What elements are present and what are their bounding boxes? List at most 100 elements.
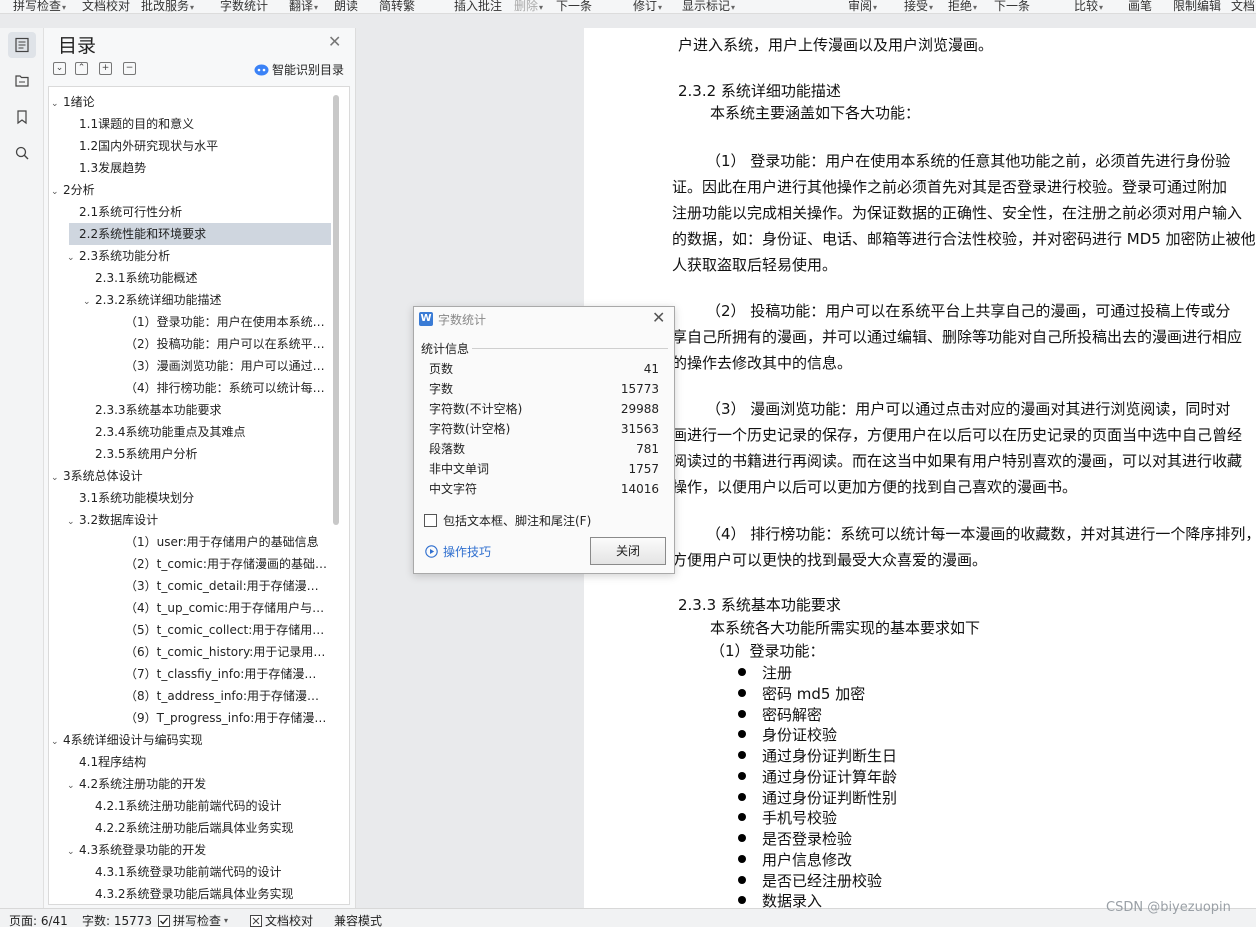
spell-check-toggle[interactable]: 拼写检查 ▾ xyxy=(158,912,228,927)
toc-item[interactable]: （4）排行榜功能：系统可以统计每一本漫画的收藏数 xyxy=(49,377,331,399)
toc-item[interactable]: 1.3发展趋势 xyxy=(49,157,331,179)
toc-item[interactable]: 4.2.1系统注册功能前端代码的设计 xyxy=(49,795,331,817)
toolbar-item-1[interactable]: 文档校对 xyxy=(82,0,130,13)
chevron-down-icon[interactable]: ⌄ xyxy=(67,247,79,267)
toc-item[interactable]: 1.2国内外研究现状与水平 xyxy=(49,135,331,157)
remove-heading-button[interactable]: − xyxy=(123,62,136,75)
toolbar-item-label: 显示标记 xyxy=(682,0,731,13)
collapse-all-button[interactable]: ⌄ xyxy=(53,62,66,75)
toolbar-item-3[interactable]: 字数统计 xyxy=(220,0,268,13)
toc-item[interactable]: （1）user:用于存储用户的基础信息 xyxy=(49,531,331,553)
toc-item[interactable]: ⌄ 4.3系统登录功能的开发 xyxy=(49,839,331,861)
toolbar-item-8[interactable]: 删除▾ xyxy=(514,0,543,13)
close-icon[interactable]: ✕ xyxy=(652,308,665,327)
page-indicator[interactable]: 页面: 6/41 xyxy=(9,912,68,927)
toolbar-item-12[interactable]: 审阅▾ xyxy=(848,0,877,13)
toc-item[interactable]: （2）投稿功能：用户可以在系统平台上共享自己的漫画 xyxy=(49,333,331,355)
toc-item[interactable]: 2.3.5系统用户分析 xyxy=(49,443,331,465)
checkbox-box[interactable] xyxy=(424,514,437,527)
expand-all-button[interactable]: ⌃ xyxy=(75,62,88,75)
include-textbox-checkbox[interactable]: 包括文本框、脚注和尾注(F) xyxy=(424,512,591,529)
toc-item[interactable]: （5）t_comic_collect:用于存储用户的收藏 xyxy=(49,619,331,641)
bullet-item: 密码解密 xyxy=(762,706,823,724)
add-heading-button[interactable]: + xyxy=(99,62,112,75)
word-count-indicator[interactable]: 字数: 15773 xyxy=(82,912,152,927)
toolbar-item-2[interactable]: 批改服务▾ xyxy=(141,0,194,13)
toolbar-item-19[interactable]: 文档 xyxy=(1231,0,1255,13)
toolbar-item-18[interactable]: 限制编辑 xyxy=(1173,0,1221,13)
chevron-down-icon[interactable]: ⌄ xyxy=(51,731,63,751)
toc-item[interactable]: （3）漫画浏览功能：用户可以通过点击对应的漫画 xyxy=(49,355,331,377)
toolbar-item-16[interactable]: 比较▾ xyxy=(1074,0,1103,13)
chevron-down-icon[interactable]: ⌄ xyxy=(51,467,63,487)
chevron-down-icon[interactable]: ⌄ xyxy=(67,841,79,861)
toc-item[interactable]: （4）t_up_comic:用于存储用户与漫画的关系 xyxy=(49,597,331,619)
page-indicator-text: 页面: 6/41 xyxy=(9,914,68,927)
chevron-down-icon[interactable]: ⌄ xyxy=(51,181,63,201)
toc-item[interactable]: （6）t_comic_history:用于记录用户的历史 xyxy=(49,641,331,663)
toc-item[interactable]: ⌄ 3.2数据库设计 xyxy=(49,509,331,531)
folder-tree-icon xyxy=(15,75,29,87)
toc-item[interactable]: 2.3.1系统功能概述 xyxy=(49,267,331,289)
outline-view-button[interactable] xyxy=(8,32,36,58)
smart-toc-button[interactable]: 智能识别目录 xyxy=(254,61,344,78)
toc-item-label: 3.2数据库设计 xyxy=(79,513,159,527)
toc-item[interactable]: （8）t_address_info:用于存储漫画的地址信息 xyxy=(49,685,331,707)
tips-link[interactable]: 操作技巧 xyxy=(425,543,491,560)
toc-item[interactable]: ⌄ 3系统总体设计 xyxy=(49,465,331,487)
toc-item[interactable]: ⌄ 4系统详细设计与编码实现 xyxy=(49,729,331,751)
close-button[interactable]: 关闭 xyxy=(590,537,666,565)
dialog-titlebar[interactable]: W 字数统计 ✕ xyxy=(414,307,674,331)
toc-item-label: 1.2国内外研究现状与水平 xyxy=(79,139,219,153)
toolbar-item-label: 画笔 xyxy=(1128,0,1153,13)
chevron-down-icon[interactable]: ⌄ xyxy=(67,511,79,531)
toc-item[interactable]: 4.3.1系统登录功能前端代码的设计 xyxy=(49,861,331,883)
proofread-button[interactable]: 文档校对 xyxy=(250,912,313,927)
toc-item[interactable]: 4.1程序结构 xyxy=(49,751,331,773)
search-button[interactable] xyxy=(8,140,36,166)
toc-item[interactable]: ⌄ 2.3.2系统详细功能描述 xyxy=(49,289,331,311)
toc-item[interactable]: 1.1课题的目的和意义 xyxy=(49,113,331,135)
toc-item-label: 1.1课题的目的和意义 xyxy=(79,117,195,131)
toc-item[interactable]: （9）T_progress_info:用于存储漫画的进度 xyxy=(49,707,331,729)
toolbar-item-6[interactable]: 简转繁 xyxy=(379,0,415,13)
toc-item[interactable]: 4.3.2系统登录功能后端具体业务实现 xyxy=(49,883,331,904)
chevron-down-icon[interactable]: ⌄ xyxy=(67,775,79,795)
toc-item[interactable]: （3）t_comic_detail:用于存储漫画的详细信息 xyxy=(49,575,331,597)
bookmark-view-button[interactable] xyxy=(8,104,36,130)
toolbar-item-11[interactable]: 显示标记▾ xyxy=(682,0,735,13)
toc-item[interactable]: ⌄ 2.3系统功能分析 xyxy=(49,245,331,267)
toolbar-item-5[interactable]: 朗读 xyxy=(334,0,358,13)
chevron-down-icon[interactable]: ⌄ xyxy=(83,291,95,311)
toolbar-item-15[interactable]: 下一条 xyxy=(994,0,1030,13)
chapter-view-button[interactable] xyxy=(8,68,36,94)
toolbar-item-9[interactable]: 下一条 xyxy=(556,0,592,13)
paragraph-line: 注册功能以完成相关操作。为保证数据的正确性、安全性，在注册之前必须对用户输入 xyxy=(672,204,1243,222)
toolbar-item-7[interactable]: 插入批注 xyxy=(454,0,502,13)
document-page[interactable]: 户进入系统，用户上传漫画以及用户浏览漫画。 2.3.2 系统详细功能描述 本系统主要… xyxy=(584,28,1256,908)
toc-item[interactable]: 2.2系统性能和环境要求 xyxy=(69,223,331,245)
toolbar-item-10[interactable]: 修订▾ xyxy=(633,0,662,13)
toc-scrollbar[interactable] xyxy=(333,95,339,525)
toc-item[interactable]: 2.3.3系统基本功能要求 xyxy=(49,399,331,421)
toolbar-item-4[interactable]: 翻译▾ xyxy=(289,0,318,13)
toc-item[interactable]: （2）t_comic:用于存储漫画的基础信息 xyxy=(49,553,331,575)
toc-item[interactable]: ⌄ 1绪论 xyxy=(49,91,331,113)
toolbar-item-0[interactable]: 拼写检查▾ xyxy=(13,0,66,13)
toolbar-item-13[interactable]: 接受▾ xyxy=(904,0,933,13)
toolbar-item-17[interactable]: 画笔 xyxy=(1128,0,1153,13)
toc-item[interactable]: 2.1系统可行性分析 xyxy=(49,201,331,223)
toc-item[interactable]: 4.2.2系统注册功能后端具体业务实现 xyxy=(49,817,331,839)
stat-row: 字符数(不计空格) 29988 xyxy=(429,399,659,419)
toc-item[interactable]: ⌄ 4.2系统注册功能的开发 xyxy=(49,773,331,795)
toolbar-item-14[interactable]: 拒绝▾ xyxy=(948,0,977,13)
toc-item[interactable]: 3.1系统功能模块划分 xyxy=(49,487,331,509)
chevron-down-icon[interactable]: ⌄ xyxy=(51,93,63,113)
close-icon[interactable]: ✕ xyxy=(328,32,341,51)
toc-item[interactable]: （1）登录功能：用户在使用本系统的任意其他功能之前 xyxy=(49,311,331,333)
bullet-dot xyxy=(738,813,746,821)
toc-item[interactable]: （7）t_classfiy_info:用于存储漫画的分类 xyxy=(49,663,331,685)
toc-item[interactable]: 2.3.4系统功能重点及其难点 xyxy=(49,421,331,443)
toc-item[interactable]: ⌄ 2分析 xyxy=(49,179,331,201)
toc-tree: ⌄ 1绪论 1.1课题的目的和意义 1.2国内外研究现状与水平 1.3发展趋势 ⌄ 2分析 2… xyxy=(48,86,350,905)
